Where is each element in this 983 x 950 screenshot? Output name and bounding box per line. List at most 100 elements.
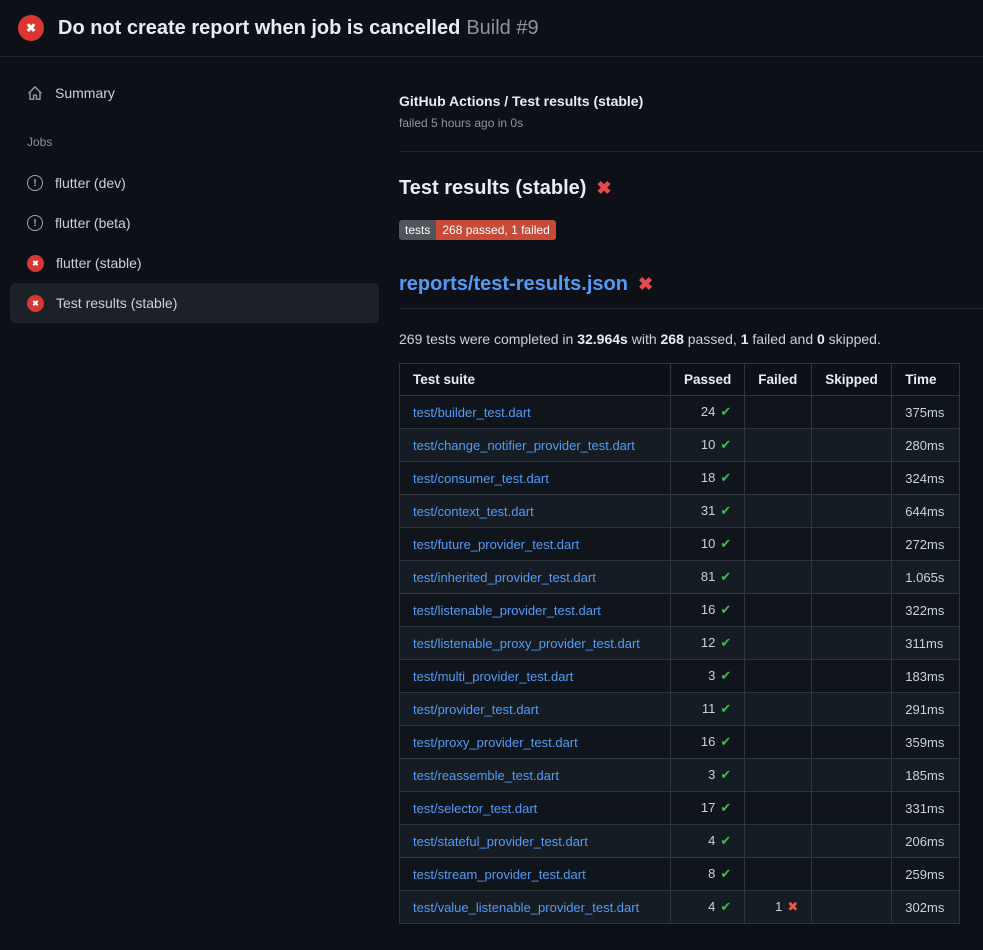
neutral-status-icon: ! <box>27 215 43 231</box>
time-cell: 183ms <box>892 660 960 693</box>
skipped-cell <box>812 660 892 693</box>
table-row: test/change_notifier_provider_test.dart 1… <box>400 429 960 462</box>
check-icon: ✔ <box>720 800 731 815</box>
skipped-cell <box>812 858 892 891</box>
suite-link[interactable]: test/future_provider_test.dart <box>413 537 579 552</box>
skipped-cell <box>812 396 892 429</box>
table-row: test/reassemble_test.dart 3✔ 185ms <box>400 759 960 792</box>
passed-cell: 18✔ <box>671 462 745 495</box>
failed-status-icon: ✖ <box>27 295 44 312</box>
report-heading: reports/test-results.json ✖ <box>399 273 983 309</box>
check-icon: ✔ <box>720 833 731 848</box>
passed-cell: 3✔ <box>671 759 745 792</box>
check-icon: ✔ <box>720 569 731 584</box>
failed-cell <box>745 429 812 462</box>
page-layout: Summary Jobs ! flutter (dev) ! flutter (… <box>0 57 983 924</box>
passed-cell: 24✔ <box>671 396 745 429</box>
time-cell: 280ms <box>892 429 960 462</box>
sidebar-item-label: Summary <box>55 85 115 101</box>
table-row: test/selector_test.dart17✔331ms <box>400 792 960 825</box>
time-cell: 185ms <box>892 759 960 792</box>
check-icon: ✔ <box>720 866 731 881</box>
check-icon: ✔ <box>720 602 731 617</box>
suite-link[interactable]: test/consumer_test.dart <box>413 471 549 486</box>
failed-cell <box>745 759 812 792</box>
table-row: test/future_provider_test.dart10✔272ms <box>400 528 960 561</box>
summary-value: 1 <box>741 331 749 347</box>
suite-cell: test/listenable_provider_test.dart <box>400 594 671 627</box>
tests-summary: 269 tests were completed in 32.964s with… <box>399 331 983 347</box>
failed-cell <box>745 495 812 528</box>
sidebar-item-test-results-stable[interactable]: ✖ Test results (stable) <box>10 283 379 323</box>
sidebar-item-flutter-beta[interactable]: ! flutter (beta) <box>10 203 379 243</box>
suite-link[interactable]: test/selector_test.dart <box>413 801 537 816</box>
summary-text: 269 tests were completed in <box>399 331 577 347</box>
section-heading: Test results (stable) ✖ <box>399 177 983 200</box>
skipped-cell <box>812 528 892 561</box>
suite-link[interactable]: test/builder_test.dart <box>413 405 531 420</box>
passed-cell: 16✔ <box>671 594 745 627</box>
suite-cell: test/consumer_test.dart <box>400 462 671 495</box>
passed-cell: 10✔ <box>671 429 745 462</box>
suite-link[interactable]: test/value_listenable_provider_test.dart <box>413 900 639 915</box>
sidebar-item-label: Test results (stable) <box>56 295 177 311</box>
suite-link[interactable]: test/listenable_provider_test.dart <box>413 603 601 618</box>
suite-link[interactable]: test/context_test.dart <box>413 504 534 519</box>
suite-link[interactable]: test/inherited_provider_test.dart <box>413 570 596 585</box>
table-row: test/stream_provider_test.dart 8✔ 259ms <box>400 858 960 891</box>
time-cell: 375ms <box>892 396 960 429</box>
suite-cell: test/reassemble_test.dart <box>400 759 671 792</box>
passed-cell: 4✔ <box>671 825 745 858</box>
main-content: GitHub Actions / Test results (stable) f… <box>389 57 983 924</box>
sidebar-item-flutter-stable[interactable]: ✖ flutter (stable) <box>10 243 379 283</box>
skipped-cell <box>812 594 892 627</box>
suite-link[interactable]: test/reassemble_test.dart <box>413 768 559 783</box>
sidebar-item-label: flutter (beta) <box>55 215 130 231</box>
passed-cell: 8✔ <box>671 858 745 891</box>
time-cell: 259ms <box>892 858 960 891</box>
skipped-cell <box>812 726 892 759</box>
passed-cell: 31✔ <box>671 495 745 528</box>
failed-x-icon: ✖ <box>638 274 653 295</box>
failed-cell <box>745 462 812 495</box>
suite-link[interactable]: test/change_notifier_provider_test.dart <box>413 438 635 453</box>
suite-link[interactable]: test/provider_test.dart <box>413 702 539 717</box>
passed-cell: 12✔ <box>671 627 745 660</box>
summary-text: passed, <box>684 331 741 347</box>
summary-value: 32.964s <box>577 331 628 347</box>
time-cell: 331ms <box>892 792 960 825</box>
failed-cell <box>745 594 812 627</box>
skipped-cell <box>812 693 892 726</box>
check-icon: ✔ <box>720 536 731 551</box>
failed-cell <box>745 726 812 759</box>
table-row: test/inherited_provider_test.dart81✔1.06… <box>400 561 960 594</box>
suite-link[interactable]: test/stream_provider_test.dart <box>413 867 586 882</box>
time-cell: 644ms <box>892 495 960 528</box>
time-cell: 311ms <box>892 627 960 660</box>
time-cell: 1.065s <box>892 561 960 594</box>
sidebar-item-summary[interactable]: Summary <box>10 73 379 113</box>
check-icon: ✔ <box>720 701 731 716</box>
suite-link[interactable]: test/multi_provider_test.dart <box>413 669 573 684</box>
report-link[interactable]: reports/test-results.json <box>399 273 628 296</box>
check-icon: ✔ <box>720 470 731 485</box>
check-icon: ✔ <box>720 767 731 782</box>
table-row: test/multi_provider_test.dart3✔183ms <box>400 660 960 693</box>
jobs-list: ! flutter (dev) ! flutter (beta) ✖ flutt… <box>0 163 389 323</box>
suite-cell: test/provider_test.dart <box>400 693 671 726</box>
check-icon: ✔ <box>720 503 731 518</box>
suite-link[interactable]: test/proxy_provider_test.dart <box>413 735 578 750</box>
run-meta: failed 5 hours ago in 0s <box>399 116 983 130</box>
suite-link[interactable]: test/listenable_proxy_provider_test.dart <box>413 636 640 651</box>
breadcrumb: GitHub Actions / Test results (stable) <box>399 93 983 109</box>
col-test-suite: Test suite <box>400 364 671 396</box>
failed-cell <box>745 825 812 858</box>
table-row: test/consumer_test.dart18✔324ms <box>400 462 960 495</box>
suite-cell: test/value_listenable_provider_test.dart <box>400 891 671 924</box>
table-row: test/builder_test.dart 24✔ 375ms <box>400 396 960 429</box>
build-header: ✖ Do not create report when job is cance… <box>0 0 983 57</box>
suite-link[interactable]: test/stateful_provider_test.dart <box>413 834 588 849</box>
failed-x-icon: ✖ <box>596 178 611 199</box>
check-icon: ✔ <box>720 635 731 650</box>
sidebar-item-flutter-dev[interactable]: ! flutter (dev) <box>10 163 379 203</box>
